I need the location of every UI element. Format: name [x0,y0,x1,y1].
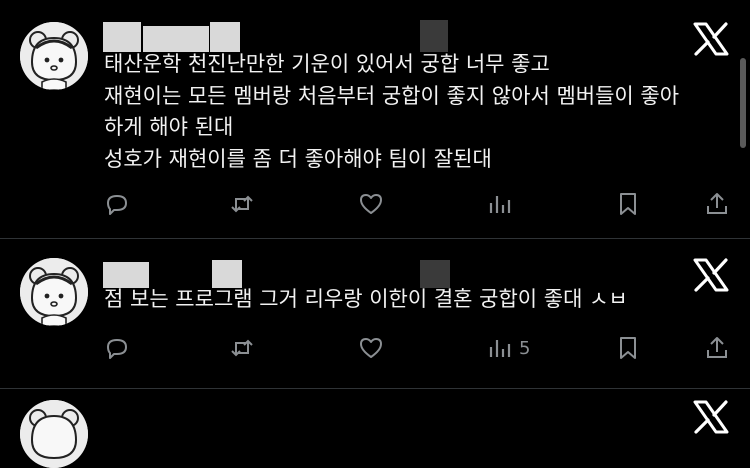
redacted-handle [210,22,240,52]
bookmark-button[interactable] [615,189,641,219]
x-logo-icon[interactable] [692,258,730,292]
repost-icon [231,339,253,357]
post-line: 하게 해야 된대 [104,115,234,139]
share-icon [707,193,727,214]
reply-icon [107,195,127,215]
views-button[interactable] [487,189,519,219]
avatar[interactable] [20,258,88,326]
views-icon [489,196,511,213]
reply-button[interactable] [104,333,130,363]
avatar[interactable] [20,400,88,468]
share-button[interactable] [704,333,730,363]
repost-button[interactable] [229,333,255,363]
heart-icon [360,194,382,214]
post-line: 점 보는 프로그램 그거 리우랑 이한이 결혼 궁합이 좋대 ㅅㅂ [104,287,628,311]
action-bar [0,189,750,219]
post-text: 태산운학 천진난만한 기운이 있어서 궁합 너무 좋고 재현이는 모든 멤버랑 … [104,49,679,175]
scrollbar[interactable] [740,58,746,148]
post[interactable] [0,388,750,468]
avatar-drawing [20,258,88,326]
post[interactable]: 태산운학 천진난만한 기운이 있어서 궁합 너무 좋고 재현이는 모든 멤버랑 … [0,0,750,238]
views-button[interactable]: 5 [487,333,530,363]
repost-button[interactable] [229,189,255,219]
reply-button[interactable] [104,189,130,219]
post[interactable]: 점 보는 프로그램 그거 리우랑 이한이 결혼 궁합이 좋대 ㅅㅂ 5 [0,238,750,388]
post-line: 재현이는 모든 멤버랑 처음부터 궁합이 좋지 않아서 멤버들이 좋아 [104,83,680,108]
bookmark-icon [620,337,636,359]
views-icon [489,340,511,357]
like-button[interactable] [358,333,384,363]
action-bar: 5 [0,333,750,363]
avatar-drawing [20,400,88,468]
views-count: 5 [519,337,531,359]
redacted-name [103,22,141,52]
x-logo-icon[interactable] [692,22,730,56]
post-line: 태산운학 천진난만한 기운이 있어서 궁합 너무 좋고 [104,52,550,76]
share-button[interactable] [704,189,730,219]
x-logo-icon[interactable] [692,400,730,434]
post-text: 점 보는 프로그램 그거 리우랑 이한이 결혼 궁합이 좋대 ㅅㅂ [104,284,628,316]
like-button[interactable] [358,189,384,219]
bookmark-button[interactable] [615,333,641,363]
reply-icon [107,339,127,359]
post-line: 성호가 재현이를 좀 더 좋아해야 팀이 잘된대 [104,146,492,171]
avatar-drawing [20,22,88,90]
bookmark-icon [620,193,636,215]
avatar[interactable] [20,22,88,90]
share-icon [707,337,727,358]
heart-icon [360,338,382,358]
redacted-date [420,20,448,52]
repost-icon [231,195,253,213]
